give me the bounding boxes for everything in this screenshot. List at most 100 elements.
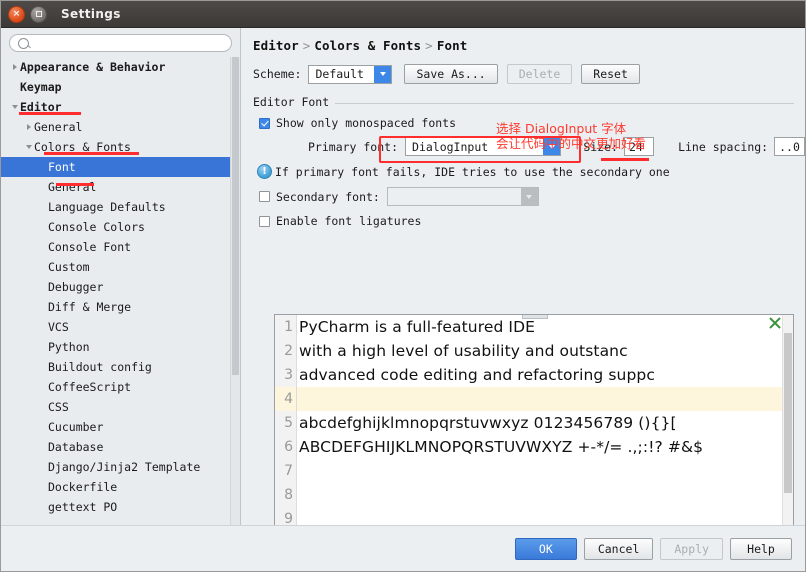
sidebar-item-label: General — [48, 180, 97, 194]
title-bar: × Settings — [1, 1, 805, 28]
secondary-font-row[interactable]: Secondary font: — [259, 187, 805, 206]
sidebar-item-console-font[interactable]: Console Font — [1, 237, 231, 257]
sidebar-item-general[interactable]: General — [1, 177, 231, 197]
breadcrumb-part-2: Colors & Fonts — [314, 38, 422, 53]
chevron-down-icon[interactable] — [9, 105, 20, 109]
scheme-value: Default — [315, 67, 364, 81]
secondary-font-label: Secondary font: — [276, 189, 380, 204]
editor-font-group-title: Editor Font — [253, 95, 336, 109]
dialog-button-bar: OK Cancel Apply Help — [1, 525, 805, 571]
preview-code-line[interactable]: ABCDEFGHIJKLMNOPQRSTUVWXYZ +-*/= .,;:!? … — [297, 435, 783, 459]
size-input[interactable]: 24 — [623, 137, 655, 156]
sidebar-item-language-defaults[interactable]: Language Defaults — [1, 197, 231, 217]
sidebar-item-dockerfile[interactable]: Dockerfile — [1, 477, 231, 497]
close-icon[interactable]: × — [8, 5, 25, 23]
sidebar-item-django-jinja2-template[interactable]: Django/Jinja2 Template — [1, 457, 231, 477]
show-monospaced-checkbox[interactable] — [259, 117, 270, 129]
ok-button[interactable]: OK — [514, 537, 577, 560]
sidebar-item-label: VCS — [48, 320, 69, 334]
maximize-icon[interactable] — [30, 5, 47, 23]
sidebar-item-buildout-config[interactable]: Buildout config — [1, 357, 231, 377]
chevron-down-icon[interactable] — [543, 138, 561, 155]
sidebar-scrollbar-thumb[interactable] — [232, 57, 239, 375]
line-number: 2 — [284, 343, 293, 359]
apply-button: Apply — [660, 537, 723, 560]
sidebar-item-custom[interactable]: Custom — [1, 257, 231, 277]
line-number: 5 — [284, 415, 293, 431]
window-title: Settings — [61, 7, 121, 21]
reset-button[interactable]: Reset — [581, 64, 640, 84]
sidebar-item-appearance-behavior[interactable]: Appearance & Behavior — [1, 57, 231, 77]
help-button[interactable]: Help — [730, 537, 792, 560]
sidebar-item-cucumber[interactable]: Cucumber — [1, 417, 231, 437]
preview-vertical-scrollbar[interactable] — [782, 315, 793, 527]
chevron-right-icon[interactable] — [23, 124, 34, 130]
search-container — [1, 28, 240, 57]
sidebar-item-label: Cucumber — [48, 420, 104, 434]
preview-vertical-scrollbar-thumb[interactable] — [784, 333, 792, 493]
sidebar-item-console-colors[interactable]: Console Colors — [1, 217, 231, 237]
sidebar-item-label: Language Defaults — [48, 200, 166, 214]
preview-code-line[interactable] — [297, 459, 783, 483]
sidebar-item-debugger[interactable]: Debugger — [1, 277, 231, 297]
sidebar-item-label: Database — [48, 440, 104, 454]
preview-code-line[interactable] — [297, 507, 783, 527]
preview-code-line[interactable] — [297, 483, 783, 507]
sidebar-item-general[interactable]: General — [1, 117, 231, 137]
sidebar-item-label: Custom — [48, 260, 90, 274]
sidebar-item-label: Dockerfile — [48, 480, 118, 494]
save-as-button[interactable]: Save As... — [404, 64, 498, 84]
breadcrumb: Editor > Colors & Fonts > Font — [253, 38, 805, 53]
scheme-dropdown[interactable]: Default — [308, 64, 393, 84]
sidebar-item-label: CSS — [48, 400, 69, 414]
sidebar-item-editor[interactable]: Editor — [1, 97, 231, 117]
editor-font-group: Editor Font Show only monospaced fonts P… — [253, 95, 805, 228]
preview-code-line[interactable] — [297, 387, 783, 411]
secondary-font-checkbox[interactable] — [259, 191, 270, 202]
show-monospaced-row[interactable]: Show only monospaced fonts — [259, 116, 805, 130]
line-number: 8 — [284, 487, 293, 503]
line-number: 4 — [275, 387, 296, 411]
sidebar-item-colors-fonts[interactable]: Colors & Fonts — [1, 137, 231, 157]
preview-code-line[interactable]: advanced code editing and refactoring su… — [297, 363, 783, 387]
sidebar-item-diff-merge[interactable]: Diff & Merge — [1, 297, 231, 317]
font-preview-editor[interactable]: 12345678910 PyCharm is a full-featured I… — [274, 314, 794, 538]
search-input[interactable] — [33, 35, 223, 51]
sidebar-item-css[interactable]: CSS — [1, 397, 231, 417]
sidebar-item-font[interactable]: Font — [1, 157, 231, 177]
line-number: 3 — [284, 367, 293, 383]
settings-tree[interactable]: Appearance & Behavior Keymap Editor General… — [1, 57, 231, 525]
preview-code-line[interactable]: with a high level of usability and outst… — [297, 339, 783, 363]
primary-font-row: Primary font: DialogInput Size: 24 Line … — [253, 137, 805, 156]
preview-code-line[interactable]: abcdefghijklmnopqrstuvwxyz 0123456789 ()… — [297, 411, 783, 435]
primary-font-label: Primary font: — [308, 139, 399, 154]
cancel-button[interactable]: Cancel — [583, 537, 654, 560]
primary-font-value: DialogInput — [412, 139, 489, 154]
info-icon: ! — [257, 164, 272, 179]
line-spacing-label: Line spacing: — [678, 139, 769, 154]
sidebar-scrollbar[interactable] — [230, 57, 240, 525]
sidebar-item-label: Diff & Merge — [48, 300, 132, 314]
sidebar-item-keymap[interactable]: Keymap — [1, 77, 231, 97]
sidebar-item-label: Keymap — [20, 80, 62, 94]
sidebar-item-python[interactable]: Python — [1, 337, 231, 357]
preview-code-area[interactable]: PyCharm is a full-featured IDE with a hig… — [297, 315, 783, 527]
breadcrumb-separator-1: > — [302, 38, 311, 53]
breadcrumb-part-1: Editor — [253, 38, 299, 53]
preview-resize-handle[interactable] — [522, 315, 548, 319]
sidebar-item-vcs[interactable]: VCS — [1, 317, 231, 337]
chevron-down-icon[interactable] — [374, 65, 392, 83]
sidebar-item-coffeescript[interactable]: CoffeeScript — [1, 377, 231, 397]
font-ligatures-row[interactable]: Enable font ligatures — [259, 214, 805, 228]
font-ligatures-checkbox[interactable] — [259, 215, 270, 227]
line-spacing-input[interactable]: ..0 — [774, 137, 805, 156]
font-ligatures-label: Enable font ligatures — [276, 214, 422, 228]
chevron-down-icon[interactable] — [23, 145, 34, 149]
search-box[interactable] — [9, 34, 232, 52]
chevron-right-icon[interactable] — [9, 64, 20, 70]
breadcrumb-part-3: Font — [436, 38, 468, 53]
inspection-mark-icon[interactable] — [769, 317, 781, 329]
sidebar-item-gettext-po[interactable]: gettext PO — [1, 497, 231, 517]
primary-font-dropdown[interactable]: DialogInput — [405, 137, 562, 156]
sidebar-item-database[interactable]: Database — [1, 437, 231, 457]
